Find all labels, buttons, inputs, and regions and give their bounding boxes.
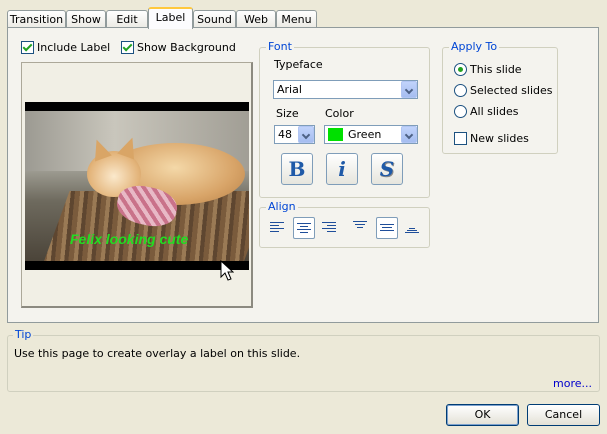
italic-button[interactable]: i (326, 153, 358, 185)
color-label: Color (325, 107, 354, 120)
typeface-dropdown-icon[interactable] (401, 81, 417, 98)
preview-black-top (25, 102, 249, 111)
cancel-button[interactable]: Cancel (527, 404, 600, 426)
all-slides-radio[interactable] (454, 105, 467, 118)
align-bottom-button[interactable] (402, 217, 424, 239)
size-dropdown-icon[interactable] (298, 126, 314, 143)
color-select[interactable]: Green (324, 125, 418, 144)
color-swatch (328, 128, 343, 141)
align-left-icon (270, 222, 284, 232)
bold-button[interactable]: B (281, 153, 313, 185)
label-caption: Felix looking cute (70, 231, 189, 247)
tip-group (7, 335, 600, 392)
align-middle-icon (380, 224, 394, 231)
shadow-button[interactable]: S (371, 153, 403, 185)
align-bottom-icon (405, 228, 419, 233)
new-slides-checkbox[interactable] (454, 132, 467, 145)
include-label-checkbox[interactable] (21, 41, 34, 54)
align-left-button[interactable] (267, 217, 289, 239)
show-background-checkbox[interactable] (121, 41, 134, 54)
size-select[interactable]: 48 (274, 125, 315, 144)
preview-image: Felix looking cute (25, 111, 249, 261)
align-middle-button[interactable] (376, 217, 398, 239)
selected-slides-label: Selected slides (470, 84, 553, 97)
size-value: 48 (278, 128, 292, 141)
show-background-text: Show Background (137, 41, 236, 54)
align-right-icon (322, 222, 336, 232)
selected-slides-radio[interactable] (454, 84, 467, 97)
apply-to-legend: Apply To (449, 40, 500, 53)
include-label-text: Include Label (37, 41, 111, 54)
preview-frame: Felix looking cute (21, 62, 253, 308)
typeface-label: Typeface (274, 58, 323, 71)
color-value: Green (348, 128, 382, 141)
color-dropdown-icon[interactable] (401, 126, 417, 143)
tip-text: Use this page to create overlay a label … (14, 347, 301, 360)
new-slides-label: New slides (470, 132, 529, 145)
align-center-icon (297, 223, 311, 233)
align-center-button[interactable] (293, 217, 315, 239)
align-top-button[interactable] (350, 217, 372, 239)
this-slide-radio[interactable] (454, 63, 467, 76)
tip-legend: Tip (13, 328, 34, 341)
typeface-select[interactable]: Arial (273, 80, 418, 99)
all-slides-label: All slides (470, 105, 519, 118)
font-legend: Font (266, 40, 294, 53)
size-label: Size (276, 107, 299, 120)
align-right-button[interactable] (319, 217, 341, 239)
align-top-icon (353, 221, 367, 228)
ok-button[interactable]: OK (446, 404, 519, 426)
mouse-cursor-icon (220, 260, 234, 281)
more-link[interactable]: more... (553, 377, 592, 390)
align-legend: Align (266, 200, 298, 213)
typeface-value: Arial (277, 83, 302, 96)
this-slide-label: This slide (470, 63, 522, 76)
preview-black-bottom (25, 261, 249, 270)
